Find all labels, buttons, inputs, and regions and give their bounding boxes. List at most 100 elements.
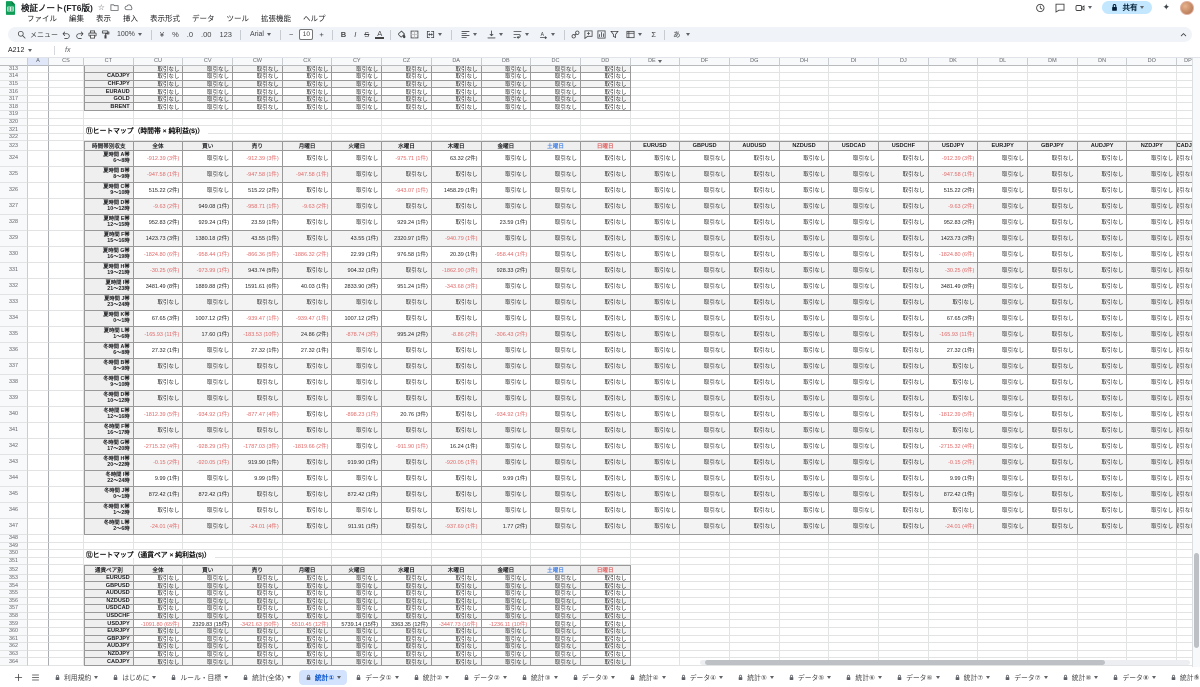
cell-DF[interactable]: 取引なし	[680, 263, 730, 279]
cell-DJ[interactable]	[879, 651, 929, 659]
sheet-tab-ルール・目標[interactable]: ルール・目標	[164, 670, 234, 685]
gemini-sparkle-icon[interactable]: ✦	[1162, 2, 1170, 13]
cell-CY[interactable]: 22.99 (1件)	[332, 247, 382, 263]
cell-A[interactable]	[28, 141, 49, 151]
cell-DE[interactable]	[631, 81, 681, 89]
cell-CZ[interactable]: 取引なし	[382, 295, 432, 311]
cell-DB[interactable]: 金曜日	[482, 565, 532, 575]
cell-DL[interactable]	[978, 111, 1028, 119]
cell-DL[interactable]	[978, 543, 1028, 551]
cell-CU[interactable]: 取引なし	[134, 651, 184, 659]
cell-DN[interactable]: 取引なし	[1078, 503, 1128, 519]
cell-DF[interactable]	[680, 81, 730, 89]
cell-CX[interactable]: 取引なし	[283, 391, 333, 407]
cell-CW[interactable]: 取引なし	[233, 628, 283, 636]
cell-DM[interactable]	[1028, 643, 1078, 651]
cell-DH[interactable]	[780, 643, 830, 651]
cell-CZ[interactable]: 3363.35 (12件)	[382, 620, 432, 628]
cell-DK[interactable]: 27.32 (1件)	[929, 343, 979, 359]
cell-DJ[interactable]	[879, 81, 929, 89]
menu-item-5[interactable]: データ	[187, 13, 220, 25]
cell-CY[interactable]: 取引なし	[332, 423, 382, 439]
cell-DF[interactable]: 取引なし	[680, 359, 730, 375]
cell-CV[interactable]: -920.05 (1件)	[183, 455, 233, 471]
sheet-tab-menu-icon[interactable]	[503, 676, 507, 679]
cell-CZ[interactable]: -943.07 (1件)	[382, 183, 432, 199]
share-button[interactable]: 共有	[1102, 1, 1152, 14]
cell-CX[interactable]: 取引なし	[283, 636, 333, 644]
cell-DH[interactable]	[780, 628, 830, 636]
cell-DI[interactable]: 取引なし	[829, 183, 879, 199]
cell-DB[interactable]: 取引なし	[482, 503, 532, 519]
cell-CV[interactable]: 取引なし	[183, 590, 233, 598]
cell-DM[interactable]	[1028, 535, 1078, 543]
sheet-tab-menu-icon[interactable]	[719, 676, 723, 679]
cell-DM[interactable]	[1028, 111, 1078, 119]
cell-CW[interactable]: 取引なし	[233, 81, 283, 89]
cell-DG[interactable]: 取引なし	[730, 167, 780, 183]
cell-CV[interactable]: 取引なし	[183, 423, 233, 439]
cell-DD[interactable]: 取引なし	[581, 598, 631, 606]
cell-CS[interactable]	[49, 141, 84, 151]
cell-CU[interactable]: 取引なし	[134, 73, 184, 81]
cell-DB[interactable]	[482, 111, 532, 119]
cell-DO[interactable]	[1127, 119, 1177, 127]
cell-DN[interactable]	[1078, 134, 1128, 142]
cell-CY[interactable]: 919.90 (1件)	[332, 455, 382, 471]
cell-DC[interactable]: 取引なし	[531, 263, 581, 279]
cell-DA[interactable]: 木曜日	[432, 141, 482, 151]
cell-DO[interactable]: 取引なし	[1127, 215, 1177, 231]
cell-DN[interactable]	[1078, 103, 1128, 111]
cell-CU[interactable]: -912.39 (3件)	[134, 151, 184, 167]
cell-DH[interactable]: 取引なし	[780, 359, 830, 375]
cell-DL[interactable]: 取引なし	[978, 423, 1028, 439]
cell-DA[interactable]: 16.24 (1件)	[432, 439, 482, 455]
cell-DC[interactable]: 取引なし	[531, 73, 581, 81]
cell-DH[interactable]: 取引なし	[780, 439, 830, 455]
cell-CV[interactable]: 取引なし	[183, 183, 233, 199]
cell-CX[interactable]: 取引なし	[283, 455, 333, 471]
cell-DJ[interactable]: 取引なし	[879, 183, 929, 199]
cell-DA[interactable]: 木曜日	[432, 565, 482, 575]
cell-DB[interactable]: 取引なし	[482, 391, 532, 407]
cell-DL[interactable]: 取引なし	[978, 199, 1028, 215]
column-header-CY[interactable]: CY	[332, 58, 382, 66]
cell-DD[interactable]: 取引なし	[581, 391, 631, 407]
cell-CT[interactable]: USDJPY	[84, 620, 134, 628]
sheet-tab-menu-icon[interactable]	[827, 676, 831, 679]
cell-DB[interactable]: 取引なし	[482, 487, 532, 503]
cell-DL[interactable]	[978, 81, 1028, 89]
cell-DC[interactable]: 取引なし	[531, 167, 581, 183]
cell-DO[interactable]: 取引なし	[1127, 279, 1177, 295]
cell-CY[interactable]: -898.23 (1件)	[332, 407, 382, 423]
cell-DC[interactable]	[531, 126, 581, 134]
cell-DE[interactable]	[631, 96, 681, 104]
cell-DF[interactable]	[680, 620, 730, 628]
cell-CZ[interactable]: 取引なし	[382, 590, 432, 598]
cell-DL[interactable]: 取引なし	[978, 407, 1028, 423]
cell-DO[interactable]: 取引なし	[1127, 375, 1177, 391]
cell-DG[interactable]: 取引なし	[730, 263, 780, 279]
cell-DE[interactable]	[631, 550, 681, 558]
cell-CS[interactable]	[49, 343, 84, 359]
cell-CT[interactable]: 夏時間 I帯21〜23時	[84, 279, 134, 295]
cell-DH[interactable]	[780, 620, 830, 628]
cell-DH[interactable]: 取引なし	[780, 199, 830, 215]
cell-CS[interactable]	[49, 151, 84, 167]
cell-DA[interactable]: 取引なし	[432, 295, 482, 311]
cell-CW[interactable]: 売り	[233, 565, 283, 575]
cell-DA[interactable]: 取引なし	[432, 73, 482, 81]
cell-CW[interactable]: 943.74 (5件)	[233, 263, 283, 279]
cell-DJ[interactable]: 取引なし	[879, 487, 929, 503]
cell-DJ[interactable]: 取引なし	[879, 279, 929, 295]
cell-DB[interactable]: 取引なし	[482, 658, 532, 666]
cell-CU[interactable]: 9.99 (1件)	[134, 471, 184, 487]
menu-item-8[interactable]: ヘルプ	[298, 13, 331, 25]
cell-CS[interactable]	[49, 550, 84, 558]
cell-DD[interactable]: 取引なし	[581, 519, 631, 535]
cell-CS[interactable]	[49, 407, 84, 423]
row-header-337[interactable]: 337	[0, 359, 28, 375]
cell-DC[interactable]	[531, 134, 581, 142]
cell-DN[interactable]	[1078, 605, 1128, 613]
cell-DG[interactable]: 取引なし	[730, 359, 780, 375]
